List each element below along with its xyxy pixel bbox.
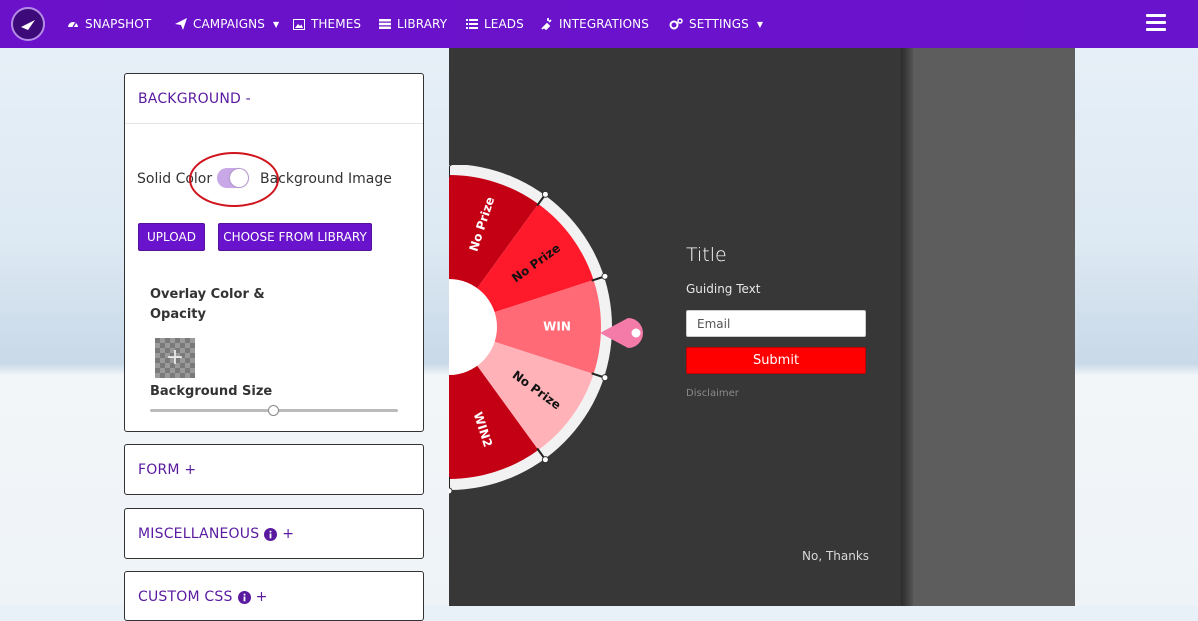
disclaimer-text: Disclaimer [686,388,739,399]
nav-library[interactable]: LIBRARY [379,0,447,48]
preview-shadow [901,48,913,606]
background-type-toggle[interactable] [217,168,249,188]
submit-button[interactable]: Submit [686,347,866,374]
background-panel: BACKGROUND - [124,73,424,432]
nav-leads-label: LEADS [484,17,524,31]
solid-color-label: Solid Color [137,171,213,187]
overlay-color-label: Overlay Color & Opacity [150,287,265,322]
form-panel-title[interactable]: FORM + [138,462,196,478]
email-input[interactable] [686,310,866,337]
overlay-color-picker[interactable]: + [155,338,195,378]
wheel-peg [541,456,549,464]
background-size-slider-thumb[interactable] [268,405,279,416]
background-size-label: Background Size [150,384,273,399]
image-icon [293,18,305,30]
dashboard-icon [68,22,78,28]
no-thanks-link[interactable]: No, Thanks [802,549,869,563]
nav-themes-label: THEMES [311,17,362,31]
background-panel-title[interactable]: BACKGROUND - [138,91,251,107]
info-icon[interactable] [237,590,251,604]
popup-title: Title [686,244,727,266]
nav-campaigns-label: CAMPAIGNS [193,17,265,31]
miscellaneous-panel-title: MISCELLANEOUS [138,526,260,542]
wheel-peg [601,272,609,280]
nav-settings-label: SETTINGS [689,17,749,31]
custom-css-panel-title: CUSTOM CSS [138,589,233,605]
list-icon [466,19,478,29]
library-icon [379,19,391,29]
nav-library-label: LIBRARY [397,17,448,31]
top-navbar: SNAPSHOT CAMPAIGNS ▼ THEMES LIBRARY LEAD… [0,0,1198,48]
nav-snapshot[interactable]: SNAPSHOT [67,0,151,48]
nav-themes[interactable]: THEMES [293,0,361,48]
logo-icon[interactable] [11,7,45,41]
miscellaneous-panel-header[interactable]: MISCELLANEOUS + [138,526,294,542]
miscellaneous-panel: MISCELLANEOUS + [124,508,424,559]
wheel-segment-label: WIN [543,320,571,334]
preview-backdrop [913,48,1075,606]
nav-campaigns[interactable]: CAMPAIGNS ▼ [175,0,279,48]
upload-button[interactable]: UPLOAD [138,223,205,251]
wheel-peg [541,190,549,198]
guiding-text: Guiding Text [686,282,761,296]
background-image-label: Background Image [260,171,392,187]
gears-icon [669,18,683,30]
custom-css-panel: CUSTOM CSS + [124,571,424,621]
form-panel: FORM + [124,444,424,495]
wheel-peg [449,487,453,495]
prize-wheel: No PrizeNo PrizeNo PrizeWINNo PrizeWIN2N… [449,165,643,495]
custom-css-panel-header[interactable]: CUSTOM CSS + [138,589,268,605]
panel-divider [125,123,423,124]
wheel-peg [601,374,609,382]
paper-plane-icon [175,18,187,30]
toggle-knob [230,169,248,187]
nav-snapshot-label: SNAPSHOT [85,17,152,31]
plug-icon [541,18,552,30]
choose-from-library-button[interactable]: CHOOSE FROM LIBRARY [218,223,372,251]
chevron-down-icon: ▼ [272,19,280,29]
info-icon[interactable] [264,527,278,541]
nav-settings[interactable]: SETTINGS ▼ [669,0,763,48]
nav-integrations-label: INTEGRATIONS [559,17,649,31]
nav-integrations[interactable]: INTEGRATIONS [541,0,649,48]
expand-plus: + [255,589,268,605]
nav-leads[interactable]: LEADS [466,0,524,48]
chevron-down-icon: ▼ [756,19,764,29]
expand-plus: + [282,526,295,542]
plus-icon: + [165,345,185,370]
hamburger-menu-icon[interactable] [1146,14,1166,34]
